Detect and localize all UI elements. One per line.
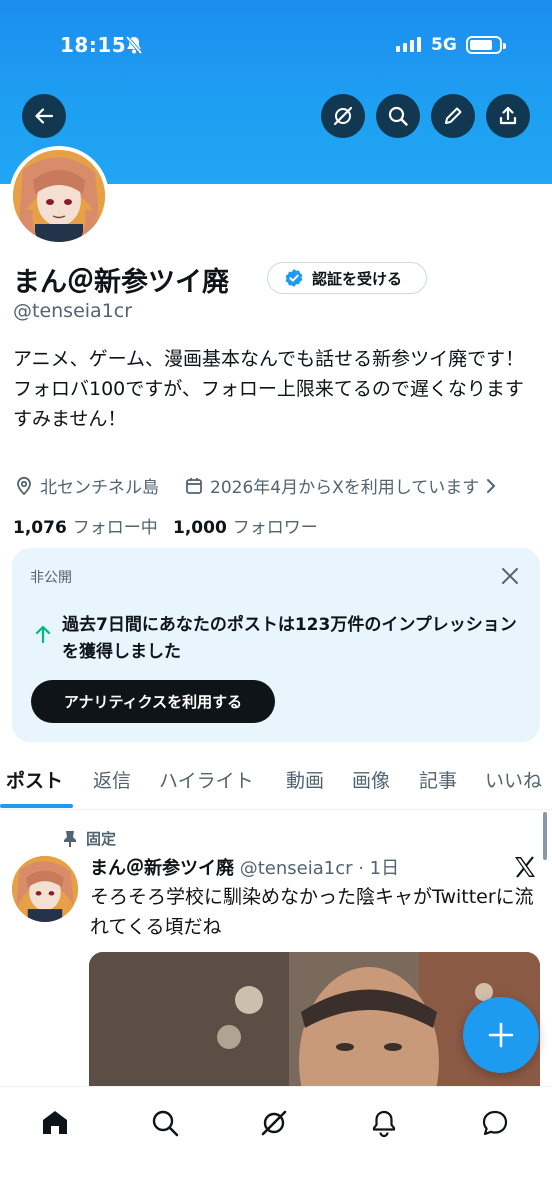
compose-button[interactable] xyxy=(463,997,539,1073)
tab-images[interactable]: 画像 xyxy=(352,766,390,793)
display-name: まん＠新参ツイ廃 xyxy=(13,267,229,298)
followers-count: 1,000 xyxy=(173,518,227,538)
trend-up-icon xyxy=(34,624,52,648)
bio-line: フォロバ100ですが、フォロー上限来てるので遅くなりますすみません！ xyxy=(13,378,524,430)
search-icon xyxy=(388,106,408,126)
signal-icon xyxy=(396,37,421,52)
location-label: 北センチネル島 xyxy=(40,478,159,498)
back-button[interactable] xyxy=(22,94,66,138)
tab-articles[interactable]: 記事 xyxy=(419,766,457,793)
post-author-name[interactable]: まん＠新参ツイ廃 xyxy=(90,858,234,879)
following-count: 1,076 xyxy=(13,518,67,538)
battery-icon xyxy=(466,36,506,54)
back-icon xyxy=(35,108,54,124)
nav-grok[interactable] xyxy=(256,1105,292,1141)
bio-line: アニメ、ゲーム、漫画基本なんでも話せる新参ツイ廃です！ xyxy=(13,348,525,370)
tab-likes[interactable]: いいね xyxy=(485,766,542,793)
user-handle: @tenseia1cr xyxy=(13,300,133,322)
post-text: そろそろ学校に馴染めなかった陰キャがTwitterに流れてくる頃だね xyxy=(90,886,534,938)
profile-tabs: ポスト 返信 ハイライト 動画 画像 記事 いいね xyxy=(0,758,552,810)
following-link[interactable]: 1,076 フォロー中 xyxy=(13,513,158,538)
chevron-right-icon xyxy=(487,478,496,493)
post-meta: @tenseia1cr · 1日 xyxy=(239,858,400,879)
verified-badge-icon xyxy=(285,269,303,287)
messages-icon xyxy=(482,1110,508,1136)
impressions-message: 過去7日間にあなたのポストは123万件のインプレッションを獲得しました xyxy=(62,615,517,662)
join-date[interactable]: 2026年4月からXを利用しています xyxy=(184,473,497,498)
post-header: まん＠新参ツイ廃 @tenseia1cr · 1日 xyxy=(90,854,399,880)
home-icon xyxy=(43,1111,67,1134)
nav-home[interactable] xyxy=(37,1105,73,1141)
bottom-nav xyxy=(0,1086,552,1200)
scrollbar[interactable] xyxy=(543,812,547,860)
close-icon xyxy=(502,568,518,584)
grok-button[interactable] xyxy=(321,94,365,138)
analytics-card: 非公開 過去7日間にあなたのポストは123万件のインプレッションを獲得しました … xyxy=(12,548,540,742)
get-verified-button[interactable]: 認証を受ける xyxy=(267,262,427,294)
get-verified-label: 認証を受ける xyxy=(312,269,403,288)
notifications-icon xyxy=(372,1110,396,1138)
pinned-indicator: 固定 xyxy=(62,828,116,849)
tab-replies[interactable]: 返信 xyxy=(93,766,131,793)
close-card-button[interactable] xyxy=(499,565,521,591)
search-button[interactable] xyxy=(376,94,420,138)
bio: アニメ、ゲーム、漫画基本なんでも話せる新参ツイ廃です！ フォロバ100ですが、フ… xyxy=(13,344,538,434)
calendar-icon xyxy=(186,477,202,494)
join-date-label: 2026年4月からXを利用しています xyxy=(210,478,480,498)
followers-label: フォロワー xyxy=(232,518,318,538)
bell-off-icon xyxy=(124,35,144,59)
private-label: 非公開 xyxy=(30,570,72,586)
active-tab-indicator xyxy=(0,804,73,808)
post-author-avatar[interactable] xyxy=(12,856,78,922)
grok-icon xyxy=(333,106,353,126)
followers-link[interactable]: 1,000 フォロワー xyxy=(173,513,318,538)
share-icon xyxy=(499,106,517,125)
pinned-label: 固定 xyxy=(86,830,117,848)
status-time: 18:15 xyxy=(60,33,127,57)
pin-icon xyxy=(64,830,76,847)
network-label: 5G xyxy=(431,35,457,55)
location-icon xyxy=(17,476,31,495)
profile-avatar[interactable] xyxy=(9,146,109,246)
tab-posts[interactable]: ポスト xyxy=(6,766,63,793)
nav-messages[interactable] xyxy=(477,1105,513,1141)
avatar-illustration xyxy=(12,856,78,922)
edit-button[interactable] xyxy=(431,94,475,138)
edit-icon xyxy=(445,107,462,124)
plus-icon xyxy=(488,1022,514,1048)
grok-icon xyxy=(261,1110,287,1136)
share-button[interactable] xyxy=(486,94,530,138)
tab-highlights[interactable]: ハイライト xyxy=(159,766,254,793)
following-label: フォロー中 xyxy=(72,518,158,538)
search-icon xyxy=(152,1110,179,1137)
use-analytics-button[interactable]: アナリティクスを利用する xyxy=(31,680,275,723)
nav-search[interactable] xyxy=(147,1105,183,1141)
nav-notifications[interactable] xyxy=(366,1105,402,1141)
location: 北センチネル島 xyxy=(14,473,159,498)
x-logo-icon xyxy=(512,854,538,884)
avatar-illustration xyxy=(13,150,105,242)
tab-videos[interactable]: 動画 xyxy=(286,766,324,793)
